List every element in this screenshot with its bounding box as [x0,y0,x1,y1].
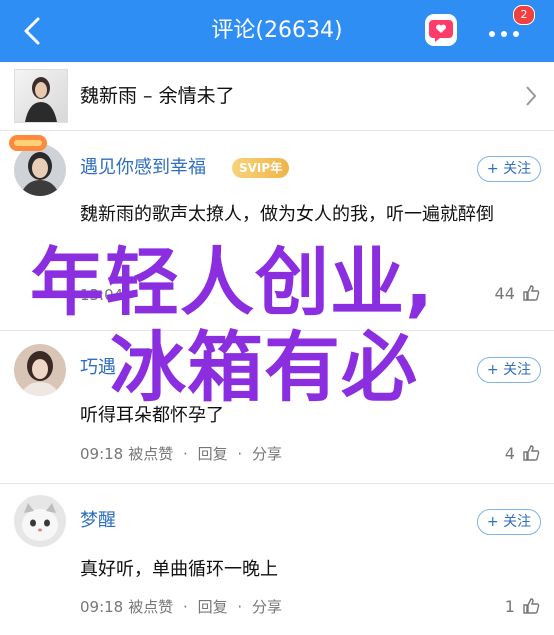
chevron-right-icon [526,86,537,106]
back-button[interactable] [18,14,48,48]
avatar-image-icon [14,344,66,396]
comment-meta: 09:18 被点赞 · 回复 · 分享 [80,598,282,616]
avatar[interactable] [14,495,66,547]
cover-figure-icon [25,77,57,122]
song-title: 魏新雨 – 余情未了 [80,85,235,107]
message-button[interactable] [425,14,457,46]
overlay-text-line1: 年轻人创业, [30,240,435,326]
notification-badge: 2 [513,5,535,25]
overlay-text-line2: 冰箱有必 [110,323,418,412]
back-arrow-icon [24,17,40,45]
comment-time: 09:18 [80,598,124,616]
like-button[interactable]: 44 [495,284,540,304]
like-button[interactable]: 4 [505,444,540,464]
comment-text: 真好听，单曲循环一晚上 [80,559,278,580]
divider [0,483,554,484]
song-cover [14,69,68,123]
svip-badge: SVIP年 [232,158,290,178]
comment-username[interactable]: 遇见你感到幸福 [80,155,206,181]
comment-text: 魏新雨的歌声太撩人，做为女人的我，听一遍就醉倒 [80,204,494,225]
thumbs-up-icon [523,445,540,461]
comment-username[interactable]: 梦醒 [80,508,116,534]
comment-meta: 09:18 被点赞 · 回复 · 分享 [80,445,282,463]
avatar-image-icon [14,495,66,547]
like-count: 1 [504,597,515,616]
like-count: 44 [494,284,515,303]
thumbs-up-icon [523,598,540,614]
top-bar [0,0,554,62]
avatar[interactable] [14,344,66,396]
thumbs-up-icon [523,285,540,301]
like-button[interactable]: 1 [505,597,540,617]
comment-time: 09:18 [80,445,124,463]
follow-button[interactable]: + 关注 [477,357,541,383]
medal-badge-icon [9,135,47,151]
follow-button[interactable]: + 关注 [477,509,541,535]
chat-heart-icon [429,20,453,42]
comment-like-text: 被点赞 [128,445,174,463]
like-count: 4 [504,444,515,463]
share-button[interactable]: 分享 [252,598,282,616]
song-row[interactable]: 魏新雨 – 余情未了 [0,62,554,131]
reply-button[interactable]: 回复 [198,445,228,463]
follow-button[interactable]: + 关注 [477,156,541,182]
comment-like-text: 被点赞 [128,598,174,616]
share-button[interactable]: 分享 [252,445,282,463]
reply-button[interactable]: 回复 [198,598,228,616]
